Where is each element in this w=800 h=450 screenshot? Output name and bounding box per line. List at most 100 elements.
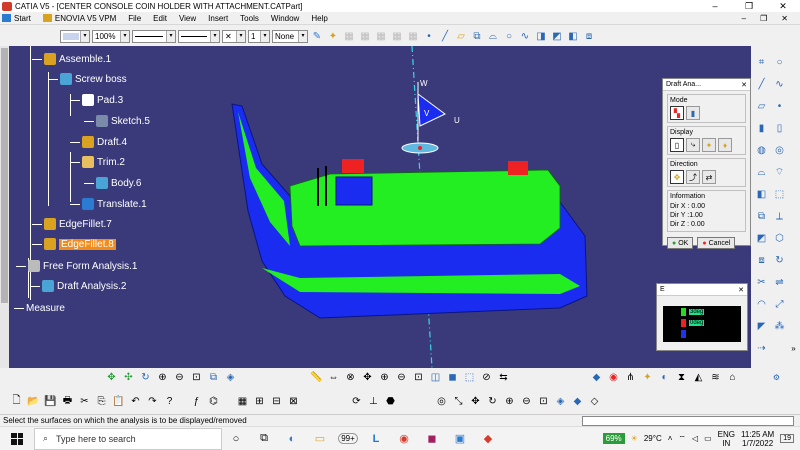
tree-item-edgefillet-8[interactable]: EdgeFillet.8	[32, 237, 116, 251]
translate-icon[interactable]: ⇢	[755, 342, 768, 355]
menu-edit[interactable]: Edit	[147, 14, 173, 23]
layer-select[interactable]: None ▾	[272, 29, 308, 43]
pan-bottom-icon[interactable]: ✥	[469, 395, 482, 408]
zoom-area-icon[interactable]: ⊖	[395, 371, 408, 384]
light-icon[interactable]: ♦	[718, 138, 732, 152]
connect-icon[interactable]: ◆	[590, 371, 603, 384]
environment-icon[interactable]: ⌂	[726, 371, 739, 384]
curve-analysis-icon[interactable]: ◉	[607, 371, 620, 384]
doc-minimize-button[interactable]: –	[742, 14, 746, 23]
rotate-icon[interactable]: ↻	[773, 254, 786, 267]
plane-icon[interactable]: ▱	[454, 29, 468, 43]
notifications-icon[interactable]: 19	[780, 434, 794, 443]
line-icon[interactable]: ╱	[438, 29, 452, 43]
painter-icon[interactable]: ✎	[310, 29, 324, 43]
restore-button[interactable]: ❐	[732, 0, 766, 12]
taskbar-search-box[interactable]: ⌕ Type here to search	[34, 427, 222, 450]
minimize-button[interactable]: –	[698, 0, 732, 12]
volume-icon[interactable]: ◁	[692, 434, 698, 443]
tree-item-pad[interactable]: Pad.3	[70, 93, 123, 107]
fill-icon[interactable]: ◧	[566, 29, 580, 43]
rotate-bottom-icon[interactable]: ↻	[486, 395, 499, 408]
ok-button[interactable]: ● OK	[667, 237, 694, 249]
grid-icon[interactable]: ▦	[374, 29, 388, 43]
pan-view-icon[interactable]: ✥	[361, 371, 374, 384]
symmetry-icon[interactable]: ⇌	[773, 276, 786, 289]
tray-expand-icon[interactable]: ˄	[668, 434, 673, 443]
law-icon[interactable]: ⊟	[270, 395, 283, 408]
cancel-button[interactable]: ● Cancel	[697, 237, 736, 249]
boundary-icon[interactable]: ⬡	[773, 232, 786, 245]
battery-percent[interactable]: 69%	[602, 433, 625, 444]
tree-item-measure[interactable]: Measure	[14, 301, 65, 315]
highlight-icon[interactable]: ◭	[692, 371, 705, 384]
lineweight-select[interactable]: ▾	[178, 29, 220, 43]
isophote-icon[interactable]: ≋	[709, 371, 722, 384]
menu-window[interactable]: Window	[265, 14, 305, 23]
fit-icon[interactable]: ⤡	[452, 395, 465, 408]
zoom-in-bottom-icon[interactable]: ⊕	[503, 395, 516, 408]
tree-item-translate[interactable]: Translate.1	[70, 197, 147, 211]
rotate-view-icon[interactable]: ↻	[139, 371, 152, 384]
construction-icon[interactable]: ▦	[406, 29, 420, 43]
menu-start[interactable]: Start	[0, 14, 37, 23]
point-icon[interactable]: •	[422, 29, 436, 43]
line-icon[interactable]: ╱	[755, 78, 768, 91]
undo-icon[interactable]: ↶	[129, 395, 142, 408]
legend-close-button[interactable]: ✕	[738, 286, 744, 294]
blend-icon[interactable]: ◩	[550, 29, 564, 43]
stop-icon[interactable]: ⬣	[384, 395, 397, 408]
color-select[interactable]: ▾	[60, 29, 90, 43]
point-icon[interactable]: •	[773, 100, 786, 113]
cut-icon[interactable]: ✂	[78, 395, 91, 408]
iso-view-icon[interactable]: ◈	[224, 371, 237, 384]
surface-icon[interactable]: ◨	[534, 29, 548, 43]
menu-file[interactable]: File	[122, 14, 147, 23]
zoom-out-bottom-icon[interactable]: ⊖	[520, 395, 533, 408]
clock[interactable]: 11:25 AM 1/7/2022	[741, 430, 774, 448]
blend-icon[interactable]: ◩	[755, 232, 768, 245]
tree-item-draft-analysis[interactable]: Draft Analysis.2	[30, 279, 126, 293]
normal-view-icon[interactable]: ⊡	[190, 371, 203, 384]
doc-restore-button[interactable]: ❐	[760, 14, 767, 23]
paste-icon[interactable]: 📋	[112, 395, 125, 408]
zoom-view-icon[interactable]: ⊕	[378, 371, 391, 384]
sketch-tools-icon[interactable]: ▦	[342, 29, 356, 43]
windows-start-button[interactable]	[0, 427, 34, 450]
menu-tools[interactable]: Tools	[234, 14, 265, 23]
whats-this-icon[interactable]: ?	[163, 395, 176, 408]
catia-task-icon[interactable]: ◆	[474, 427, 502, 450]
measure-icon[interactable]: 📏	[310, 371, 323, 384]
split-icon[interactable]: ✂	[755, 276, 768, 289]
fit-all-icon[interactable]: ✣	[122, 371, 135, 384]
circle-icon[interactable]: ○	[773, 56, 786, 69]
formula-icon[interactable]: ƒ	[190, 395, 203, 408]
chamfer-icon[interactable]: ◤	[755, 320, 768, 333]
extrude-icon[interactable]: ⧉	[470, 29, 484, 43]
menu-view[interactable]: View	[173, 14, 202, 23]
tree-item-free-form-analysis[interactable]: Free Form Analysis.1	[16, 259, 137, 273]
render-style-icon[interactable]: ◆	[571, 395, 584, 408]
views-icon[interactable]: ◈	[554, 395, 567, 408]
network-icon[interactable]: ⌔	[678, 434, 686, 444]
inspection-icon[interactable]: ✦	[702, 138, 716, 152]
tree-item-assemble[interactable]: Assemble.1	[32, 52, 111, 66]
chrome-icon[interactable]: ◉	[390, 427, 418, 450]
pocket-icon[interactable]: ▯	[773, 122, 786, 135]
tree-item-trim[interactable]: Trim.2	[70, 155, 125, 169]
extract-icon[interactable]: ⬚	[773, 188, 786, 201]
fill-icon[interactable]: ◧	[755, 188, 768, 201]
spline-icon[interactable]: ∿	[773, 78, 786, 91]
snap-icon[interactable]: ▦	[390, 29, 404, 43]
photos-icon[interactable]: ▣	[446, 427, 474, 450]
open-file-icon[interactable]: 📂	[27, 395, 40, 408]
media-app-icon[interactable]: ◼	[418, 427, 446, 450]
color-scale-icon[interactable]: ▯	[670, 138, 684, 152]
menu-enovia[interactable]: ENOVIA V5 VPM	[37, 14, 122, 23]
task-view-icon[interactable]: ⧉	[250, 427, 278, 450]
circle-icon[interactable]: ○	[502, 29, 516, 43]
mapping-icon[interactable]: ◐	[658, 371, 671, 384]
point-value-select[interactable]: 1 ▾	[248, 29, 270, 43]
point-symbol-select[interactable]: ✕ ▾	[222, 29, 246, 43]
quick-mode-icon[interactable]: ▚	[670, 106, 684, 120]
